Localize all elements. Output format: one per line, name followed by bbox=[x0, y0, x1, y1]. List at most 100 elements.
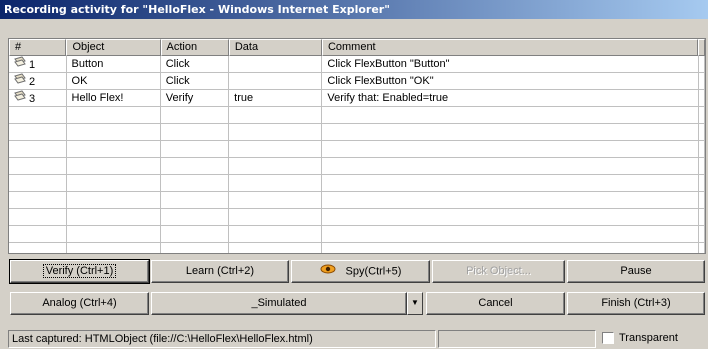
empty-cell bbox=[160, 192, 230, 209]
empty-table-row bbox=[9, 209, 705, 226]
table-header: # Object Action Data Comment bbox=[9, 39, 705, 56]
empty-table-row bbox=[9, 124, 705, 141]
empty-cell bbox=[322, 175, 699, 192]
spy-button-label: Spy(Ctrl+5) bbox=[345, 265, 402, 278]
empty-table-row bbox=[9, 226, 705, 243]
column-header-data[interactable]: Data bbox=[228, 39, 322, 56]
finish-button-label: Finish (Ctrl+3) bbox=[601, 297, 671, 309]
table-row[interactable]: 3 Hello Flex! Verify true Verify that: Enabl… bbox=[9, 90, 705, 107]
empty-table-row bbox=[9, 107, 705, 124]
empty-cell bbox=[229, 243, 323, 253]
cancel-button[interactable]: Cancel bbox=[426, 292, 565, 315]
empty-cell bbox=[229, 141, 323, 158]
empty-cell bbox=[9, 141, 67, 158]
cell-object-text: OK bbox=[71, 75, 88, 87]
empty-cell bbox=[66, 158, 161, 175]
empty-cell bbox=[66, 175, 161, 192]
empty-cell bbox=[699, 175, 705, 192]
empty-cell bbox=[699, 56, 705, 73]
column-header-action[interactable]: Action bbox=[160, 39, 229, 56]
empty-cell bbox=[229, 209, 323, 226]
cell-object-text: Button bbox=[71, 58, 104, 70]
empty-cell bbox=[229, 107, 323, 124]
empty-cell bbox=[322, 192, 699, 209]
learn-button[interactable]: Learn (Ctrl+2) bbox=[151, 260, 289, 283]
empty-cell bbox=[699, 192, 705, 209]
empty-cell bbox=[699, 243, 705, 253]
activity-table: # Object Action Data Comment 1 Button Clic… bbox=[8, 38, 706, 254]
analog-button-label: Analog (Ctrl+4) bbox=[42, 297, 117, 309]
empty-cell bbox=[699, 124, 705, 141]
empty-cell bbox=[322, 141, 699, 158]
empty-cell bbox=[160, 226, 230, 243]
empty-cell bbox=[229, 158, 323, 175]
cell-comment: Verify that: Enabled=true bbox=[322, 90, 699, 107]
recording-mode-select[interactable]: _Simulated bbox=[151, 292, 407, 315]
pause-button-label: Pause bbox=[620, 265, 652, 277]
column-header-number[interactable]: # bbox=[9, 39, 67, 56]
cell-action-text: Click bbox=[165, 58, 190, 70]
empty-table-row bbox=[9, 141, 705, 158]
empty-cell bbox=[322, 243, 699, 253]
empty-cell bbox=[699, 209, 705, 226]
empty-cell bbox=[322, 107, 699, 124]
cell-object: Hello Flex! bbox=[66, 90, 161, 107]
empty-cell bbox=[229, 175, 323, 192]
empty-cell bbox=[699, 107, 705, 124]
spy-button[interactable]: Spy(Ctrl+5) bbox=[291, 260, 430, 283]
pause-button[interactable]: Pause bbox=[567, 260, 705, 283]
verify-button-label: Verify (Ctrl+1) bbox=[42, 264, 117, 278]
chevron-down-icon[interactable]: ▼ bbox=[407, 292, 423, 315]
empty-table-row bbox=[9, 158, 705, 175]
empty-cell bbox=[229, 226, 323, 243]
table-row[interactable]: 2 OK Click Click FlexButton "OK" bbox=[9, 73, 705, 90]
column-header-object[interactable]: Object bbox=[66, 39, 161, 56]
column-header-comment[interactable]: Comment bbox=[321, 39, 698, 56]
column-header-filler bbox=[697, 39, 705, 56]
status-last-captured: Last captured: HTMLObject (file://C:\Hel… bbox=[8, 330, 436, 348]
empty-cell bbox=[160, 141, 230, 158]
table-row[interactable]: 1 Button Click Click FlexButton "Button" bbox=[9, 56, 705, 73]
empty-cell bbox=[160, 124, 230, 141]
empty-cell bbox=[160, 175, 230, 192]
play-step-icon bbox=[14, 90, 26, 106]
empty-cell bbox=[9, 209, 67, 226]
empty-table-row bbox=[9, 175, 705, 192]
empty-cell bbox=[699, 90, 705, 107]
cell-object: OK bbox=[66, 73, 161, 90]
empty-cell bbox=[9, 243, 67, 253]
cell-object: Button bbox=[66, 56, 161, 73]
empty-cell bbox=[322, 158, 699, 175]
cell-comment-text: Click FlexButton "OK" bbox=[327, 75, 434, 87]
cell-num: 3 bbox=[9, 90, 67, 107]
empty-cell bbox=[322, 209, 699, 226]
cell-num-text: 3 bbox=[29, 92, 36, 105]
transparent-label: Transparent bbox=[619, 332, 678, 344]
empty-cell bbox=[66, 192, 161, 209]
transparent-checkbox[interactable] bbox=[602, 332, 614, 345]
empty-cell bbox=[699, 226, 705, 243]
cancel-button-label: Cancel bbox=[478, 297, 513, 309]
empty-cell bbox=[9, 192, 67, 209]
verify-button[interactable]: Verify (Ctrl+1) bbox=[9, 259, 150, 284]
finish-button[interactable]: Finish (Ctrl+3) bbox=[567, 292, 705, 315]
pick-object-button[interactable]: Pick Object... bbox=[432, 260, 565, 283]
cell-action-text: Verify bbox=[165, 92, 194, 104]
empty-cell bbox=[66, 124, 161, 141]
empty-cell bbox=[229, 192, 323, 209]
analog-button[interactable]: Analog (Ctrl+4) bbox=[10, 292, 149, 315]
empty-cell bbox=[9, 107, 67, 124]
empty-cell bbox=[66, 226, 161, 243]
window-title: Recording activity for "HelloFlex - Wind… bbox=[0, 0, 708, 19]
empty-cell bbox=[67, 243, 161, 253]
pick-object-button-label: Pick Object... bbox=[466, 265, 531, 277]
empty-cell bbox=[322, 124, 699, 141]
play-step-icon bbox=[14, 73, 26, 89]
cell-action: Click bbox=[160, 56, 230, 73]
cell-num: 2 bbox=[9, 73, 67, 90]
cell-action-text: Click bbox=[165, 75, 190, 87]
cell-comment: Click FlexButton "Button" bbox=[322, 56, 699, 73]
empty-cell bbox=[9, 124, 67, 141]
cell-data bbox=[229, 56, 323, 73]
learn-button-label: Learn (Ctrl+2) bbox=[185, 265, 255, 277]
